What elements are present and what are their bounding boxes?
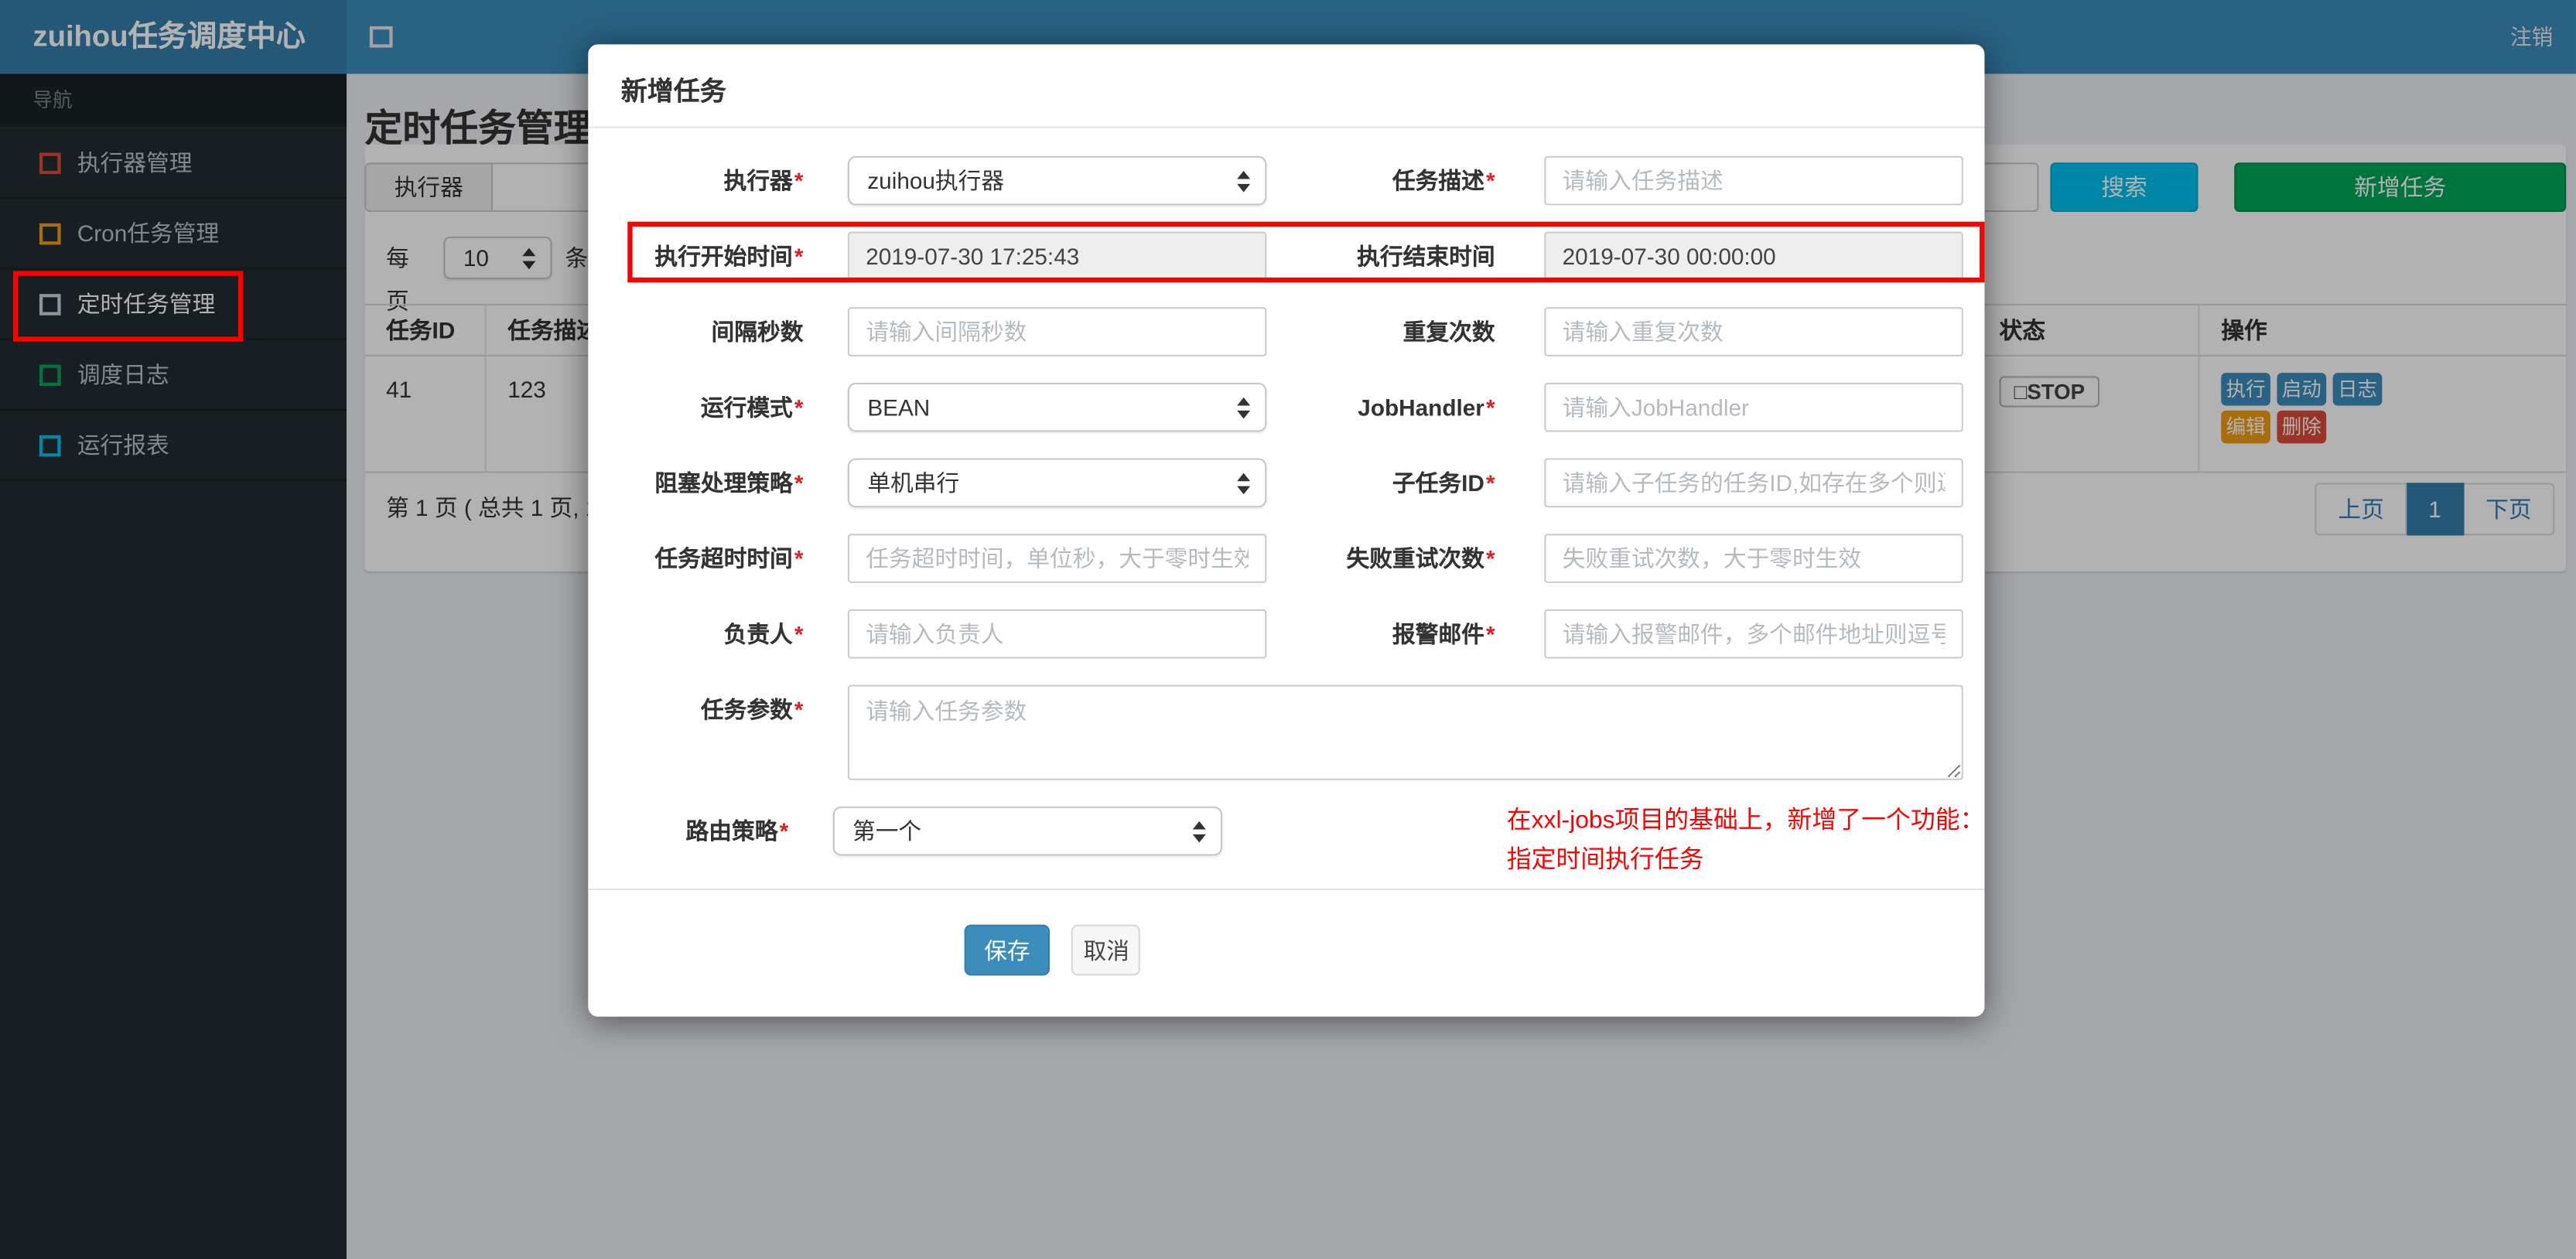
- cancel-button[interactable]: 取消: [1071, 924, 1141, 976]
- task-params-textarea[interactable]: [847, 684, 1963, 780]
- add-task-modal: 新增任务 执行器* zuihou执行器 任务描述* 执行开始时间* 执行结束时间…: [588, 44, 1985, 1017]
- save-button[interactable]: 保存: [964, 924, 1051, 976]
- form-row-block-childtask: 阻塞处理策略 * 单机串行 子任务ID *: [588, 458, 1984, 508]
- executor-select-value: zuihou执行器: [867, 167, 1005, 194]
- app-viewport: zuihou任务调度中心 注销 导航 执行器管理 Cron任务管理 定时任务管理…: [0, 0, 2576, 1259]
- alarm-email-label: 报警邮件 *: [1392, 620, 1495, 647]
- interval-label: 间隔秒数: [711, 318, 804, 345]
- required-asterisk: *: [1485, 545, 1495, 572]
- block-strategy-label: 阻塞处理策略 *: [654, 469, 804, 496]
- feature-note-line2: 指定时间执行任务: [1506, 845, 1704, 874]
- executor-label: 执行器 *: [723, 167, 804, 194]
- required-asterisk: *: [794, 394, 804, 421]
- feature-note-line1: 在xxl-jobs项目的基础上，新增了一个功能：: [1506, 806, 1985, 834]
- form-row-timeout-retry: 任务超时时间* 失败重试次数*: [588, 534, 1984, 583]
- modal-header: 新增任务: [588, 44, 1985, 128]
- form-row-exec-time: 执行开始时间* 执行结束时间: [588, 231, 1984, 281]
- block-strategy-select[interactable]: 单机串行: [847, 458, 1267, 508]
- child-task-label: 子任务ID *: [1392, 469, 1495, 496]
- required-asterisk: *: [794, 469, 804, 496]
- start-time-input[interactable]: [847, 231, 1267, 281]
- required-asterisk: *: [1485, 167, 1495, 194]
- required-asterisk: *: [1485, 469, 1495, 496]
- repeat-input[interactable]: [1544, 307, 1963, 357]
- modal-title: 新增任务: [620, 78, 726, 107]
- timeout-input[interactable]: [847, 534, 1267, 583]
- jobhandler-input[interactable]: [1544, 382, 1963, 432]
- required-asterisk: *: [779, 817, 789, 844]
- required-asterisk: *: [794, 620, 804, 647]
- route-strategy-label: 路由策略 *: [685, 817, 789, 844]
- task-desc-input[interactable]: [1544, 155, 1963, 206]
- alarm-email-input[interactable]: [1544, 609, 1963, 659]
- form-row-owner-email: 负责人* 报警邮件*: [588, 609, 1984, 659]
- interval-input[interactable]: [847, 307, 1267, 357]
- form-row-route-strategy: 路由策略 * 第一个 在xxl-jobs项目的基础上，新增了一个功能： 指定时间执…: [588, 806, 1984, 874]
- required-asterisk: *: [794, 167, 804, 194]
- select-arrows-icon: [1237, 170, 1251, 193]
- end-time-input[interactable]: [1544, 231, 1963, 281]
- executor-select[interactable]: zuihou执行器: [847, 155, 1267, 206]
- feature-note: 在xxl-jobs项目的基础上，新增了一个功能： 指定时间执行任务: [1506, 801, 1985, 874]
- owner-input[interactable]: [847, 609, 1267, 659]
- end-time-label: 执行结束时间: [1357, 243, 1495, 270]
- modal-body: 执行器* zuihou执行器 任务描述* 执行开始时间* 执行结束时间 间隔秒数…: [588, 128, 1985, 976]
- select-arrows-icon: [1193, 821, 1207, 843]
- form-row-executor-desc: 执行器 * zuihou执行器 任务描述 *: [588, 155, 1984, 206]
- modal-footer: 保存 取消: [588, 924, 1984, 976]
- block-strategy-select-value: 单机串行: [867, 469, 960, 496]
- required-asterisk: *: [794, 243, 804, 270]
- required-asterisk: *: [1485, 394, 1495, 421]
- repeat-label: 重复次数: [1402, 318, 1495, 345]
- form-row-runmode-handler: 运行模式 * BEAN JobHandler *: [588, 382, 1984, 432]
- run-mode-label: 运行模式 *: [700, 394, 804, 421]
- run-mode-select-value: BEAN: [867, 394, 931, 421]
- required-asterisk: *: [794, 545, 804, 572]
- required-asterisk: *: [1485, 620, 1495, 647]
- task-desc-label: 任务描述 *: [1392, 167, 1495, 194]
- route-strategy-select-value: 第一个: [852, 817, 922, 844]
- form-row-interval-repeat: 间隔秒数 重复次数: [588, 307, 1984, 357]
- timeout-label: 任务超时时间 *: [654, 545, 804, 572]
- select-arrows-icon: [1237, 397, 1251, 419]
- owner-label: 负责人 *: [723, 620, 804, 647]
- select-arrows-icon: [1237, 473, 1251, 495]
- retry-input[interactable]: [1544, 534, 1963, 583]
- child-task-input[interactable]: [1544, 458, 1963, 508]
- route-strategy-select[interactable]: 第一个: [832, 806, 1223, 856]
- run-mode-select[interactable]: BEAN: [847, 382, 1267, 432]
- start-time-label: 执行开始时间 *: [654, 243, 804, 270]
- required-asterisk: *: [794, 696, 804, 723]
- form-row-task-params: 任务参数 *: [588, 684, 1984, 780]
- retry-label: 失败重试次数 *: [1346, 545, 1495, 572]
- form-divider: [588, 888, 1985, 891]
- task-params-label: 任务参数 *: [700, 696, 804, 723]
- jobhandler-label: JobHandler *: [1358, 394, 1495, 421]
